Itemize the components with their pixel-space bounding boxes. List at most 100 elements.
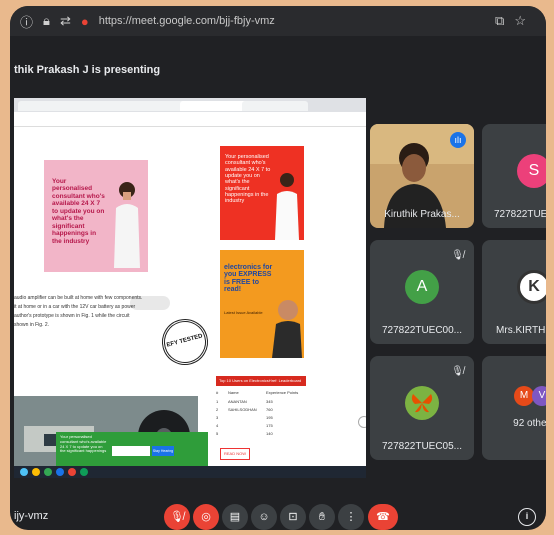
participant-name: 727822TUEC23... xyxy=(493,209,546,220)
more-options-button[interactable]: ⋮ xyxy=(338,504,364,530)
article-line: it at home or in a car with the 12V car … xyxy=(14,304,136,310)
article-line: author's prototype is shown in Fig. 1 wh… xyxy=(14,313,130,319)
tune-icon[interactable]: ⇄ xyxy=(60,13,71,29)
table-cell: SAHILSODHAN xyxy=(228,407,257,412)
mic-toggle-button[interactable]: 🎙︎̸ xyxy=(164,504,190,530)
shared-tab-strip xyxy=(14,98,366,112)
table-cell: 195 xyxy=(266,415,273,420)
bottom-ad-text: Your personalised consultant who's avail… xyxy=(60,434,107,454)
table-cell: 2 xyxy=(216,407,219,412)
table-cell: 1 xyxy=(216,399,219,404)
meeting-info-icon[interactable]: i xyxy=(518,508,536,526)
mic-off-icon: 🎙︎̸ xyxy=(451,250,464,261)
others-tile[interactable]: M V 92 others xyxy=(482,356,546,460)
participant-name: Mrs.KIRTHIKA ... xyxy=(496,325,546,336)
article-column: Your personalised consultant who's avail… xyxy=(14,126,214,476)
shared-tab xyxy=(64,101,128,111)
efy-express-subtitle: Latest Issue Available xyxy=(224,310,263,315)
shared-screen[interactable]: Your personalised consultant who's avail… xyxy=(14,98,366,478)
meeting-code: ijy-vmz xyxy=(14,510,49,522)
col-header: # xyxy=(216,390,219,395)
participant-tile[interactable]: 🎙︎̸ A 727822TUEC00... xyxy=(370,240,474,344)
emoji-button[interactable]: ☺ xyxy=(251,504,277,530)
participant-tile[interactable]: ılı Kiruthik Prakas... xyxy=(370,124,474,228)
meet-window: ⓘ 🔒︎ ⇄ ● https://meet.google.com/bjj-fbj… xyxy=(10,6,546,530)
table-row: 4 175 xyxy=(216,423,306,428)
consultant-ad-text: Your personalised consultant who's avail… xyxy=(52,178,105,245)
leaderboard-header-row: # Name Experience Points xyxy=(216,390,306,395)
avatar: A xyxy=(405,270,439,304)
avatar: V xyxy=(532,386,546,406)
participant-name: 727822TUEC05... xyxy=(381,441,463,452)
scroll-to-top-button[interactable] xyxy=(358,416,366,428)
woman-photo xyxy=(114,182,140,268)
woman-photo xyxy=(275,173,299,240)
shared-tab xyxy=(18,101,70,111)
app-icon xyxy=(44,468,52,476)
bottom-ad-input[interactable] xyxy=(112,446,150,456)
table-row: 5 140 xyxy=(216,431,306,436)
others-count: 92 others xyxy=(513,418,546,429)
table-cell: 140 xyxy=(266,431,273,436)
article-line: audio amplifier can be built at home wit… xyxy=(14,295,143,301)
avatar xyxy=(405,386,439,420)
article-text: audio amplifier can be built at home wit… xyxy=(14,294,194,330)
consultant-ad-red-text: Your personalised consultant who's avail… xyxy=(225,154,271,205)
url-text[interactable]: https://meet.google.com/bjj-fbjy-vmz xyxy=(99,15,275,27)
table-cell: 5 xyxy=(216,431,219,436)
leave-call-button[interactable]: ☎︎ xyxy=(368,504,398,530)
start-icon xyxy=(20,468,28,476)
table-row: 2 SAHILSODHAN 760 xyxy=(216,407,306,412)
bottom-ad-button[interactable]: Stay Hearing xyxy=(152,446,174,456)
col-header: Experience Points xyxy=(266,390,299,395)
info-circle-icon[interactable]: ⓘ xyxy=(20,12,33,31)
efy-express-title: electronics for you EXPRESS is FREE to r… xyxy=(224,264,273,294)
table-row: 3 195 xyxy=(216,415,306,420)
app-icon xyxy=(32,468,40,476)
table-row: 1 ANANTAN 345 xyxy=(216,399,306,404)
participant-tile[interactable]: 🎙︎̸ 727822TUEC05... xyxy=(370,356,474,460)
presenting-label: thik Prakash J is presenting xyxy=(14,64,161,76)
camera-toggle-button[interactable]: ◎ xyxy=(193,504,219,530)
table-cell: 760 xyxy=(266,407,273,412)
read-now-button[interactable]: READ NOW xyxy=(220,448,250,460)
mic-off-icon: 🎙︎̸ xyxy=(451,366,464,377)
bookmark-star-icon[interactable]: ☆ xyxy=(514,13,526,29)
app-icon xyxy=(80,468,88,476)
avatar: K xyxy=(517,270,546,304)
windows-taskbar xyxy=(14,466,366,478)
chrome-icon xyxy=(68,468,76,476)
man-photo xyxy=(272,300,302,358)
shared-address-bar xyxy=(14,112,366,127)
consultant-ad-red: Your personalised consultant who's avail… xyxy=(220,146,304,240)
recording-icon: ● xyxy=(80,13,89,29)
consultant-ad: Your personalised consultant who's avail… xyxy=(44,160,148,272)
participant-tile[interactable]: 🎙︎̸ K Mrs.KIRTHIKA ... xyxy=(482,240,546,344)
table-cell: ANANTAN xyxy=(228,399,247,404)
shared-tab xyxy=(242,101,308,111)
table-cell: 3 xyxy=(216,415,219,420)
efy-express-ad: electronics for you EXPRESS is FREE to r… xyxy=(220,250,304,358)
sidebar-column: Your personalised consultant who's avail… xyxy=(204,126,366,476)
table-cell: 345 xyxy=(266,399,273,404)
speaking-indicator-icon: ılı xyxy=(450,132,466,148)
col-header: Name xyxy=(228,390,239,395)
present-button[interactable]: ⊡ xyxy=(280,504,306,530)
app-icon xyxy=(56,468,64,476)
lock-icon[interactable]: 🔒︎ xyxy=(43,13,50,29)
avatar: S xyxy=(517,154,546,188)
bottom-banner-ad[interactable]: Your personalised consultant who's avail… xyxy=(56,432,208,468)
avatar: M xyxy=(514,386,534,406)
participant-name: 727822TUEC00... xyxy=(381,325,463,336)
table-cell: 175 xyxy=(266,423,273,428)
shared-tab xyxy=(122,101,186,111)
participant-name: Kiruthik Prakas... xyxy=(384,209,460,220)
table-cell: 4 xyxy=(216,423,219,428)
participant-tile[interactable]: 🎙︎̸ S 727822TUEC23... xyxy=(482,124,546,228)
browser-url-bar: ⓘ 🔒︎ ⇄ ● https://meet.google.com/bjj-fbj… xyxy=(10,6,546,36)
raise-hand-button[interactable]: ✋︎ xyxy=(309,504,335,530)
shared-tab-active xyxy=(180,101,248,111)
leaderboard-title: Top 10 Users on ElectronicsHref: Leaderb… xyxy=(216,376,306,386)
captions-button[interactable]: ▤ xyxy=(222,504,248,530)
install-app-icon[interactable]: ⧉ xyxy=(495,13,504,29)
